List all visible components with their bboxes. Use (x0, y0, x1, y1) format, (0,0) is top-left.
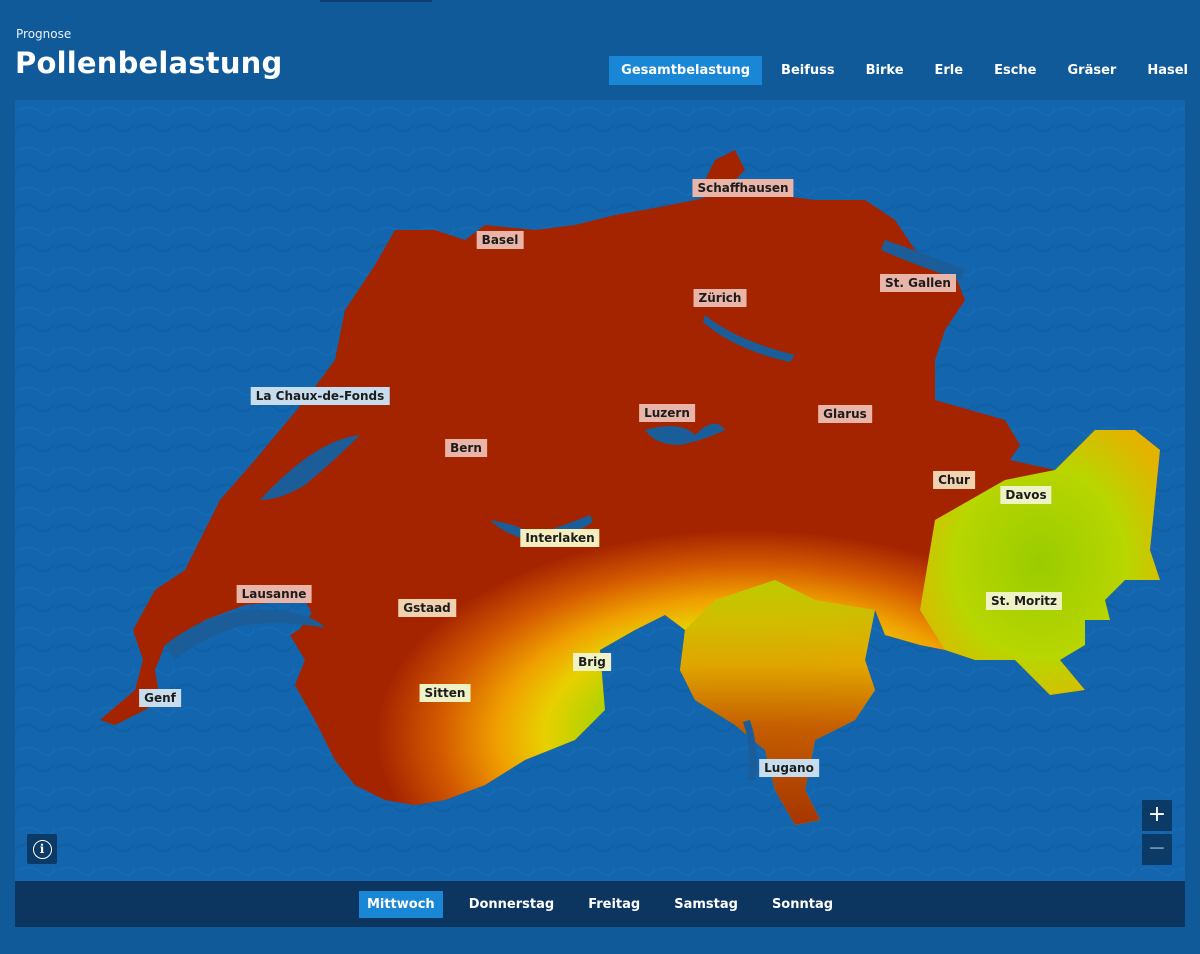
city-label-davos[interactable]: Davos (1000, 486, 1052, 504)
zoom-out-button[interactable]: − (1142, 834, 1172, 865)
top-accent-line (320, 0, 432, 2)
tab-beifuss[interactable]: Beifuss (769, 56, 847, 85)
city-label-sitten[interactable]: Sitten (419, 684, 471, 702)
city-label-st-moritz[interactable]: St. Moritz (985, 592, 1063, 610)
city-label-schaffhausen[interactable]: Schaffhausen (692, 179, 794, 197)
zoom-in-button[interactable]: + (1142, 800, 1172, 831)
minus-icon: − (1147, 836, 1167, 861)
day-tab-donnerstag[interactable]: Donnerstag (461, 891, 563, 918)
page-title: Pollenbelastung (15, 46, 283, 80)
city-label-zuerich[interactable]: Zürich (693, 289, 747, 307)
city-label-brig[interactable]: Brig (573, 653, 611, 671)
day-tab-sonntag[interactable]: Sonntag (764, 891, 841, 918)
day-selector: Mittwoch Donnerstag Freitag Samstag Sonn… (15, 881, 1185, 927)
city-label-lausanne[interactable]: Lausanne (236, 585, 312, 603)
pollen-map[interactable]: Schaffhausen Basel Zürich St. Gallen La … (15, 100, 1185, 881)
city-label-la-chaux-de-fonds[interactable]: La Chaux-de-Fonds (250, 387, 390, 405)
city-label-glarus[interactable]: Glarus (818, 405, 872, 423)
city-label-lugano[interactable]: Lugano (759, 759, 819, 777)
pollen-type-tabs: Gesamtbelastung Beifuss Birke Erle Esche… (602, 56, 1200, 85)
city-label-bern[interactable]: Bern (445, 439, 487, 457)
info-button[interactable]: i (27, 834, 57, 864)
city-label-basel[interactable]: Basel (476, 231, 524, 249)
city-label-interlaken[interactable]: Interlaken (520, 529, 600, 547)
city-label-st-gallen[interactable]: St. Gallen (880, 274, 956, 292)
tab-esche[interactable]: Esche (982, 56, 1048, 85)
day-tab-samstag[interactable]: Samstag (666, 891, 746, 918)
page-eyebrow: Prognose (16, 27, 72, 41)
tab-birke[interactable]: Birke (854, 56, 916, 85)
city-label-chur[interactable]: Chur (933, 471, 975, 489)
tab-graeser[interactable]: Gräser (1056, 56, 1129, 85)
tab-erle[interactable]: Erle (923, 56, 976, 85)
plus-icon: + (1147, 802, 1167, 827)
city-label-genf[interactable]: Genf (139, 689, 181, 707)
day-tab-freitag[interactable]: Freitag (580, 891, 648, 918)
day-tab-mittwoch[interactable]: Mittwoch (358, 890, 443, 918)
city-label-gstaad[interactable]: Gstaad (398, 599, 456, 617)
info-icon: i (32, 839, 52, 859)
tab-gesamtbelastung[interactable]: Gesamtbelastung (609, 56, 763, 85)
zoom-controls: + − (1142, 800, 1172, 868)
city-label-luzern[interactable]: Luzern (639, 404, 695, 422)
tab-hasel[interactable]: Hasel (1135, 56, 1200, 85)
